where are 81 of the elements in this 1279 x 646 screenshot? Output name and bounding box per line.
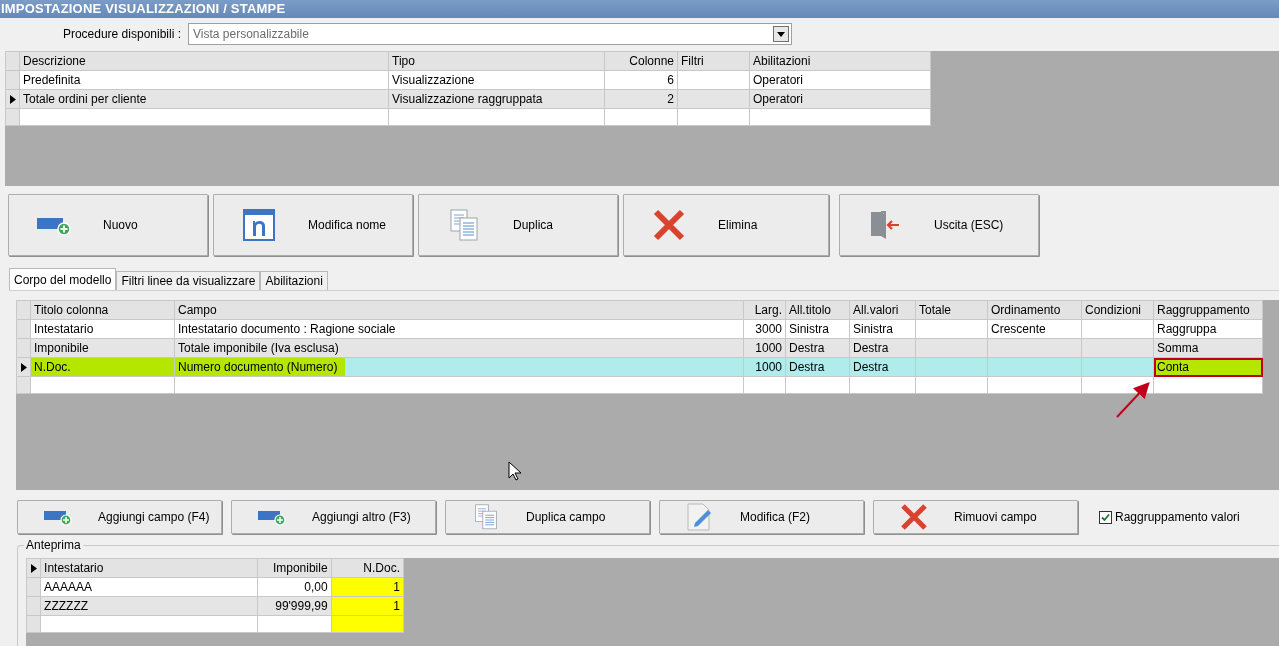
table-cell: 0,00 bbox=[304, 580, 328, 594]
letter-n-icon bbox=[243, 209, 275, 241]
group-title: Anteprima bbox=[24, 538, 83, 552]
table-cell: Destra bbox=[789, 360, 825, 374]
table-cell: Destra bbox=[853, 341, 889, 355]
table-cell: Sinistra bbox=[789, 322, 829, 336]
grouping-checkbox[interactable]: Raggruppamento valori bbox=[1099, 508, 1240, 526]
table-cell: 1 bbox=[393, 599, 400, 613]
table-cell: 2 bbox=[667, 92, 674, 106]
table-cell: Destra bbox=[853, 360, 889, 374]
table-cell: 1 bbox=[393, 580, 400, 594]
column-header: Larg. bbox=[743, 300, 786, 320]
add-icon bbox=[44, 508, 72, 526]
table-cell: Imponibile bbox=[34, 341, 89, 355]
table-cell: Sinistra bbox=[853, 322, 893, 336]
column-header: Titolo colonna bbox=[30, 300, 175, 320]
documents-icon bbox=[474, 504, 498, 530]
toolbar-button[interactable]: Duplica campo bbox=[445, 500, 650, 534]
table-cell: N.Doc. bbox=[31, 358, 174, 376]
table-cell: Visualizzazione raggruppata bbox=[392, 92, 543, 106]
close-icon bbox=[899, 502, 929, 532]
column-header: Intestatario bbox=[40, 558, 258, 578]
table-cell: Operatori bbox=[753, 73, 804, 87]
toolbar-button[interactable]: Modifica (F2) bbox=[659, 500, 864, 534]
toolbar-button[interactable]: Elimina bbox=[623, 194, 829, 256]
table-cell: Somma bbox=[1157, 341, 1199, 355]
mouse-cursor-icon bbox=[508, 461, 522, 481]
column-header: Colonne bbox=[604, 51, 678, 71]
exit-door-icon bbox=[868, 209, 902, 241]
table-cell: AAAAAA bbox=[44, 580, 93, 594]
column-header: Totale bbox=[915, 300, 988, 320]
table-cell: Numero documento (Numero) bbox=[175, 358, 345, 376]
column-header: Filtri bbox=[677, 51, 750, 71]
close-icon bbox=[652, 208, 686, 242]
column-header: Imponibile bbox=[257, 558, 332, 578]
field-label: Procedure disponibili : bbox=[61, 26, 182, 43]
edit-document-icon bbox=[686, 502, 714, 532]
table-cell: 99'999,99 bbox=[275, 599, 328, 613]
row-pointer-icon bbox=[20, 362, 27, 372]
table-cell: Intestatario documento : Ragione sociale bbox=[178, 322, 396, 336]
table-cell: Totale imponibile (Iva esclusa) bbox=[178, 341, 339, 355]
column-header: N.Doc. bbox=[331, 558, 404, 578]
column-header: Abilitazioni bbox=[749, 51, 931, 71]
column-header: Ordinamento bbox=[987, 300, 1082, 320]
table-cell: 3000 bbox=[755, 322, 782, 336]
column-header: Tipo bbox=[388, 51, 605, 71]
table-cell: Totale ordini per cliente bbox=[23, 92, 147, 106]
table-cell: Raggruppa bbox=[1157, 322, 1217, 336]
check-icon bbox=[1100, 511, 1111, 523]
toolbar-button[interactable]: Modifica nome bbox=[213, 194, 413, 256]
window-title: IMPOSTAZIONE VISUALIZZAZIONI / STAMPE bbox=[1, 0, 286, 19]
table-cell: Destra bbox=[789, 341, 825, 355]
procedure-dropdown[interactable]: Vista personalizzabile bbox=[188, 23, 792, 45]
documents-icon bbox=[449, 209, 479, 241]
table-cell: Conta bbox=[1157, 360, 1190, 374]
table-cell: 1000 bbox=[755, 341, 782, 355]
toolbar-button[interactable]: Nuovo bbox=[8, 194, 208, 256]
toolbar-button[interactable]: Aggiungi campo (F4) bbox=[17, 500, 222, 534]
toolbar-button[interactable]: Duplica bbox=[418, 194, 618, 256]
tab[interactable]: Corpo del modello bbox=[9, 268, 117, 290]
column-header: All.titolo bbox=[785, 300, 850, 320]
toolbar-button[interactable]: Rimuovi campo bbox=[873, 500, 1078, 534]
table-cell: ZZZZZZ bbox=[44, 599, 89, 613]
table-cell: Crescente bbox=[991, 322, 1046, 336]
table-cell: Predefinita bbox=[23, 73, 81, 87]
column-header: Condizioni bbox=[1081, 300, 1154, 320]
table-cell: Intestatario bbox=[34, 322, 94, 336]
column-header: Raggruppamento bbox=[1153, 300, 1263, 320]
table-cell: 1000 bbox=[755, 360, 782, 374]
table-cell: 6 bbox=[667, 73, 674, 87]
add-icon bbox=[258, 508, 286, 526]
column-header: All.valori bbox=[849, 300, 916, 320]
column-header: Campo bbox=[174, 300, 744, 320]
tab[interactable]: Abilitazioni bbox=[260, 271, 328, 290]
row-pointer-icon bbox=[9, 94, 16, 104]
toolbar-button[interactable]: Uscita (ESC) bbox=[839, 194, 1039, 256]
tab[interactable]: Filtri linee da visualizzare bbox=[116, 271, 261, 290]
table-cell: Operatori bbox=[753, 92, 804, 106]
toolbar-button[interactable]: Aggiungi altro (F3) bbox=[231, 500, 436, 534]
column-header: Descrizione bbox=[19, 51, 389, 71]
table-cell: Visualizzazione bbox=[392, 73, 475, 87]
